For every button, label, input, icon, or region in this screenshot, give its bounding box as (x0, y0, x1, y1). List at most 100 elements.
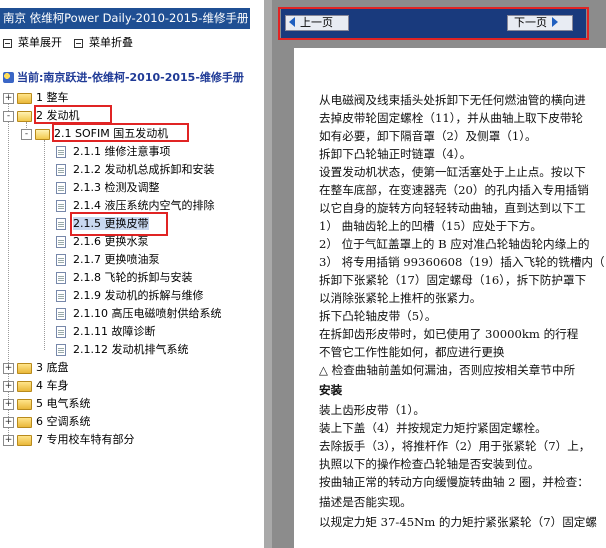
tree-item-label: 2.1.1 维修注意事项 (73, 145, 171, 158)
tree-item-2-1-12[interactable]: 2.1.12 发动机排气系统 (56, 342, 188, 358)
page-text-line: 描述是否能实现。 (319, 495, 412, 509)
page-text-line: 以它自身的旋转方向轻轻转动曲轴，直到达到以下工 (319, 201, 586, 215)
page-text-line: 拆卸下凸轮轴正时链罩（4）。 (319, 147, 472, 161)
tree-item-2-1-10[interactable]: 2.1.10 高压电磁喷射供给系统 (56, 306, 221, 322)
page-text-line: 从电磁阀及线束插头处拆卸下无任何燃油管的横向进 (319, 93, 586, 107)
page-text-line: 执照以下的操作检查凸轮轴是否安装到位。 (319, 457, 540, 471)
folder-icon (17, 92, 32, 104)
tree-item-label: 7 专用校车特有部分 (36, 433, 135, 446)
tree-item-label: 2.1.10 高压电磁喷射供给系统 (73, 307, 222, 320)
folder-open-icon (17, 110, 32, 122)
tree-item-2-1-3[interactable]: 2.1.3 检测及调整 (56, 180, 160, 196)
tree-item-2-1-2[interactable]: 2.1.2 发动机总成拆卸和安装 (56, 162, 215, 178)
tree-item-label: 2.1.11 故障诊断 (73, 325, 156, 338)
tree-item-label: 2.1.12 发动机排气系统 (73, 343, 189, 356)
tree-item-label: 2.1.7 更换喷油泵 (73, 253, 160, 266)
highlight-box-nav (278, 7, 589, 40)
expand-toggle-icon[interactable]: + (3, 362, 14, 374)
expand-all-label: 菜单展开 (18, 36, 62, 49)
tree-item-label: 1 整车 (36, 91, 69, 104)
folder-open-icon (35, 128, 50, 140)
folder-icon (17, 380, 32, 392)
document-icon (56, 164, 66, 176)
document-icon (56, 290, 66, 302)
page-text-line: 在整车底部，在变速器壳（20）的孔内插入专用插销 (319, 183, 589, 197)
tree-item-label: 2.1.8 飞轮的拆卸与安装 (73, 271, 193, 284)
expand-toggle-icon[interactable]: + (3, 434, 14, 446)
page-text-line: 拆卸下张紧轮（17）固定螺母（16），拆下防护罩下 (319, 273, 587, 287)
document-icon (56, 344, 66, 356)
highlight-box-sofim (52, 123, 189, 142)
folder-icon (17, 416, 32, 428)
page-text-line: 设置发动机状态，使第一缸活塞处于上止点。按以下 (319, 165, 586, 179)
document-icon (56, 236, 66, 248)
sidebar-panel: 南京 依维柯Power Daily-2010-2015-维修手册 菜单展开 菜单… (0, 0, 264, 548)
document-icon (56, 326, 66, 338)
current-document-label: 当前:南京跃进-依维柯-2010-2015-维修手册 (17, 71, 244, 84)
document-icon (56, 146, 66, 158)
document-page: 从电磁阀及线束插头处拆卸下无任何燃油管的横向进 去掉皮带轮固定螺栓（11），并从… (294, 48, 606, 548)
page-text-line: 3） 将专用插销 99360608（19）插入飞轮的铣槽内（ (319, 255, 605, 269)
collapse-toggle-icon[interactable]: - (3, 110, 14, 122)
highlight-box-replace-belt (70, 212, 168, 236)
page-text-line: 1） 曲轴齿轮上的凹槽（15）应处于下方。 (319, 219, 542, 233)
page-text-line: 在拆卸齿形皮带时，如已使用了 30000km 的行程 (319, 327, 579, 341)
collapse-all-label: 菜单折叠 (89, 36, 133, 49)
tree-item-5[interactable]: +5 电气系统 (3, 396, 91, 412)
page-section-heading: 安装 (319, 383, 343, 397)
expand-all-button[interactable]: 菜单展开 (3, 36, 62, 50)
page-text-line: 装上齿形皮带（1）。 (319, 403, 425, 417)
folder-icon (17, 434, 32, 446)
tree-item-2-1-11[interactable]: 2.1.11 故障诊断 (56, 324, 155, 340)
document-icon (56, 182, 66, 194)
tree-guide-line (44, 140, 45, 350)
expand-toggle-icon[interactable]: + (3, 380, 14, 392)
tree-item-label: 2.1.4 液压系统内空气的排除 (73, 199, 215, 212)
page-text-line: 按曲轴正常的转动方向缓慢旋转曲轴 2 圈，并检查： (319, 475, 589, 489)
document-icon (56, 218, 66, 230)
tree-item-2-1-6[interactable]: 2.1.6 更换水泵 (56, 234, 149, 250)
document-icon (56, 200, 66, 212)
tree-item-label: 2.1.6 更换水泵 (73, 235, 149, 248)
page-text-line: 以消除张紧轮上推杆的张紧力。 (319, 291, 482, 305)
highlight-box-engine (34, 105, 112, 124)
page-text-line: 去掉皮带轮固定螺栓（11），并从曲轴上取下皮带轮 (319, 111, 584, 125)
folder-icon (17, 398, 32, 410)
tree-item-3[interactable]: +3 底盘 (3, 360, 69, 376)
page-text-line: △ 检查曲轴前盖如何漏油，否则应按相关章节中所 (319, 363, 576, 377)
expand-all-icon (3, 38, 12, 48)
tree-item-2-1-8[interactable]: 2.1.8 飞轮的拆卸与安装 (56, 270, 193, 286)
page-text-line: 以规定力矩 37-45Nm 的力矩拧紧张紧轮（7）固定螺 (319, 515, 597, 529)
tree-item-2-1-7[interactable]: 2.1.7 更换喷油泵 (56, 252, 160, 268)
sidebar-title: 南京 依维柯Power Daily-2010-2015-维修手册 (0, 8, 250, 29)
tree-item-label: 3 底盘 (36, 361, 69, 374)
tree-item-label: 4 车身 (36, 379, 69, 392)
collapse-all-icon (74, 38, 83, 48)
tree-item-6[interactable]: +6 空调系统 (3, 414, 91, 430)
expand-toggle-icon[interactable]: + (3, 416, 14, 428)
globe-icon (3, 72, 14, 83)
expand-toggle-icon[interactable]: + (3, 92, 14, 104)
tree-item-label: 5 电气系统 (36, 397, 91, 410)
tree-item-label: 2.1.2 发动机总成拆卸和安装 (73, 163, 215, 176)
expand-toggle-icon[interactable]: + (3, 398, 14, 410)
tree-item-label: 6 空调系统 (36, 415, 91, 428)
collapse-toggle-icon[interactable]: - (21, 128, 32, 140)
page-text-line: 不管它工作性能如何，都应进行更换 (319, 345, 505, 359)
current-document-link[interactable]: 当前:南京跃进-依维柯-2010-2015-维修手册 (3, 70, 244, 86)
tree-item-4[interactable]: +4 车身 (3, 378, 69, 394)
page-text-line: 去除扳手（3），将推杆作（2）用于张紧轮（7）上， (319, 439, 591, 453)
tree-item-1[interactable]: +1 整车 (3, 90, 69, 106)
tree-item-2-1-9[interactable]: 2.1.9 发动机的拆解与维修 (56, 288, 204, 304)
collapse-all-button[interactable]: 菜单折叠 (74, 36, 133, 50)
tree-item-7[interactable]: +7 专用校车特有部分 (3, 432, 135, 448)
document-icon (56, 308, 66, 320)
document-icon (56, 254, 66, 266)
tree-item-label: 2.1.3 检测及调整 (73, 181, 160, 194)
folder-icon (17, 362, 32, 374)
document-icon (56, 272, 66, 284)
panel-splitter[interactable] (264, 0, 272, 548)
tree-item-2-1-1[interactable]: 2.1.1 维修注意事项 (56, 144, 171, 160)
tree-item-label: 2.1.9 发动机的拆解与维修 (73, 289, 204, 302)
page-text-line: 2） 位于气缸盖罩上的 B 应对准凸轮轴齿轮内缘上的 (319, 237, 590, 251)
